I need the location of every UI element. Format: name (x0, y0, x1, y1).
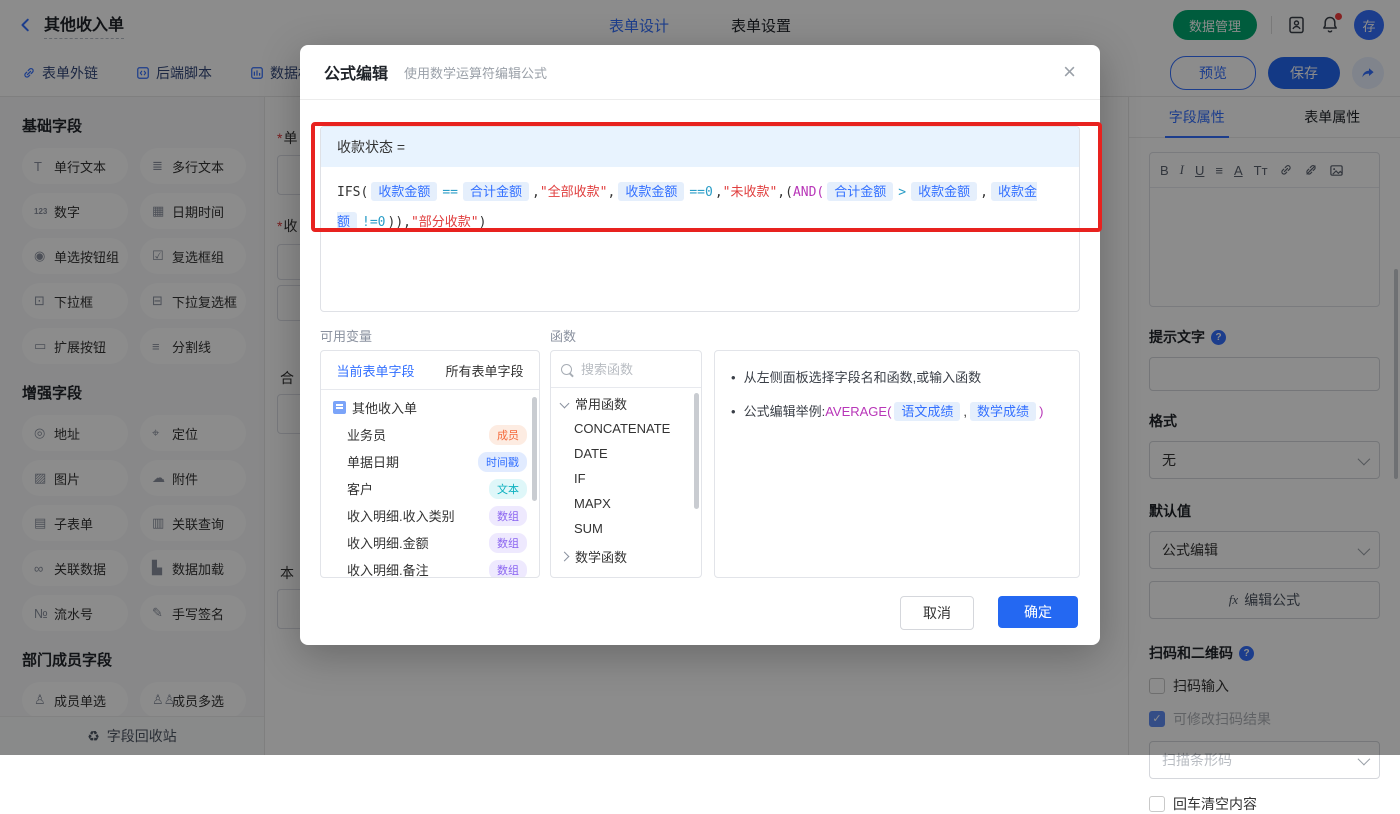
form-doc-icon (333, 401, 346, 414)
cancel-button[interactable]: 取消 (900, 596, 974, 630)
search-icon (561, 364, 572, 375)
enter-clear-checkbox[interactable] (1149, 796, 1165, 812)
formula-target: 收款状态 = (321, 127, 1079, 167)
function-search-input[interactable] (579, 361, 673, 378)
function-item[interactable]: MAPX (551, 491, 701, 516)
help-panel: •从左侧面板选择字段名和函数,或输入函数 • 公式编辑举例:AVERAGE(语文… (714, 350, 1080, 578)
chevron-down-icon (560, 399, 570, 409)
chevron-right-icon (560, 552, 570, 562)
field-token: 合计金额 (827, 182, 893, 201)
help-example: 公式编辑举例:AVERAGE(语文成绩,数学成绩) (744, 401, 1044, 423)
tab-current-form-fields[interactable]: 当前表单字段 (321, 351, 430, 389)
function-item[interactable]: DATE (551, 441, 701, 466)
type-badge: 成员 (489, 425, 527, 445)
form-node[interactable]: 其他收入单 (321, 394, 539, 421)
field-token: 收款金额 (618, 182, 684, 201)
functions-panel: 常用函数 CONCATENATE DATE IF MAPX SUM 数学函数 文… (550, 350, 702, 578)
variable-item[interactable]: 单据日期时间戳 (321, 448, 539, 475)
confirm-button[interactable]: 确定 (998, 596, 1078, 628)
variable-item[interactable]: 收入明细.收入类别数组 (321, 502, 539, 529)
type-badge: 数组 (489, 560, 527, 579)
formula-editor-modal: 公式编辑 使用数学运算符编辑公式 × 收款状态 = IFS(收款金额==合计金额… (300, 45, 1100, 645)
scrollbar[interactable] (532, 397, 537, 501)
type-badge: 时间戳 (478, 452, 527, 472)
variables-panel: 当前表单字段 所有表单字段 其他收入单 业务员成员 单据日期时间戳 客户文本 收… (320, 350, 540, 578)
variable-item[interactable]: 业务员成员 (321, 421, 539, 448)
formula-input-area[interactable]: 收款状态 = IFS(收款金额==合计金额,"全部收款",收款金额==0,"未收… (320, 126, 1080, 312)
function-item[interactable]: IF (551, 466, 701, 491)
scrollbar[interactable] (694, 393, 699, 509)
field-token: 数学成绩 (970, 402, 1036, 421)
function-group-common[interactable]: 常用函数 (551, 391, 701, 416)
formula-expression: IFS(收款金额==合计金额,"全部收款",收款金额==0,"未收款",(AND… (321, 167, 1079, 247)
variable-item[interactable]: 客户文本 (321, 475, 539, 502)
functions-label: 函数 (550, 326, 702, 350)
field-token: 语文成绩 (894, 402, 960, 421)
function-group-math[interactable]: 数学函数 (551, 544, 701, 569)
close-icon[interactable]: × (1063, 61, 1076, 83)
tab-all-form-fields[interactable]: 所有表单字段 (430, 351, 539, 389)
function-item[interactable]: CONCATENATE (551, 416, 701, 441)
function-item[interactable]: SUM (551, 516, 701, 541)
type-badge: 数组 (489, 533, 527, 553)
variable-item[interactable]: 收入明细.金额数组 (321, 529, 539, 556)
field-token: 收款金额 (371, 182, 437, 201)
variables-label: 可用变量 (320, 326, 540, 350)
variable-item[interactable]: 收入明细.备注数组 (321, 556, 539, 578)
help-text: 从左侧面板选择字段名和函数,或输入函数 (744, 367, 982, 389)
function-group-text[interactable]: 文本函数 (551, 572, 701, 578)
type-badge: 文本 (489, 479, 527, 499)
type-badge: 数组 (489, 506, 527, 526)
field-token: 收款金额 (911, 182, 977, 201)
modal-subtitle: 使用数学运算符编辑公式 (404, 63, 547, 82)
field-token: 合计金额 (463, 182, 529, 201)
modal-title: 公式编辑 (324, 60, 388, 84)
